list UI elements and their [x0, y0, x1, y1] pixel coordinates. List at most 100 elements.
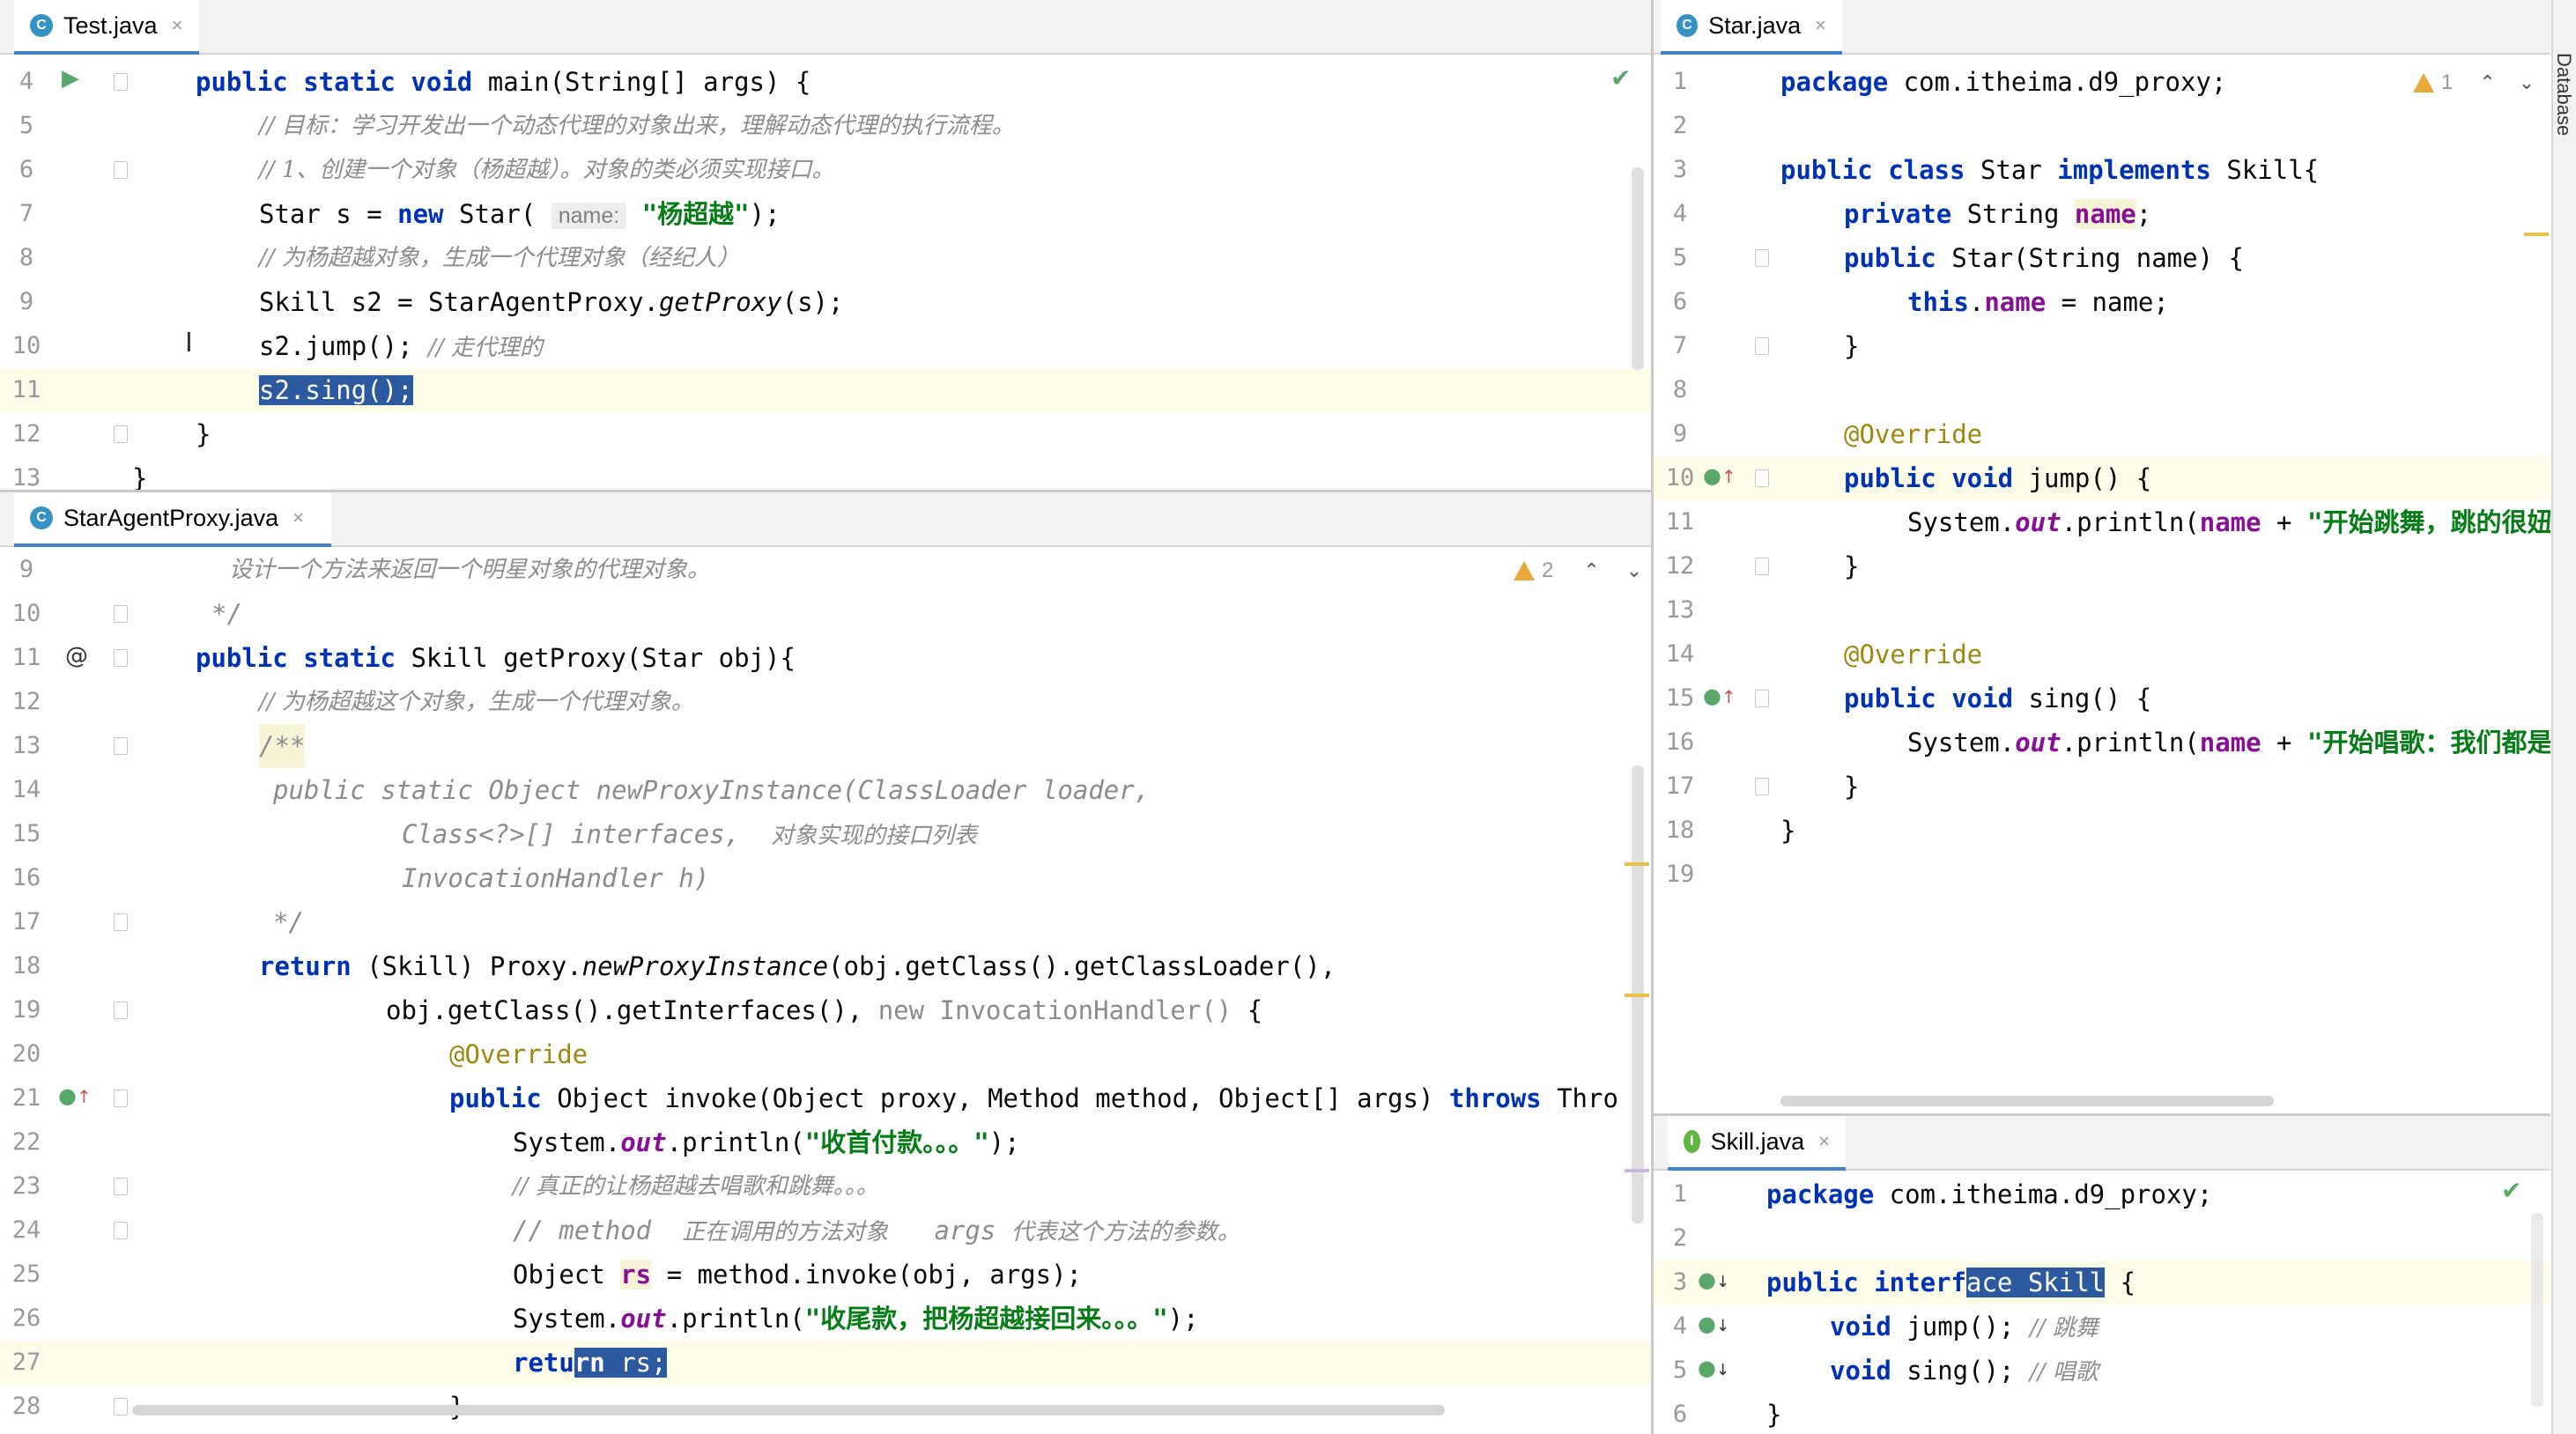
code-text[interactable]: s2.jump(); // 走代理的	[259, 324, 543, 370]
line-number: 19	[11, 996, 41, 1024]
code-text[interactable]: this.name = name;	[1907, 280, 2169, 324]
fold-icon[interactable]	[114, 1178, 128, 1195]
code-comment[interactable]: // 为杨超越对象，生成一个代理对象（经纪人）	[259, 236, 740, 280]
code-comment[interactable]: // 为杨超越这个对象，生成一个代理对象。	[259, 680, 694, 724]
fold-icon[interactable]	[114, 913, 128, 931]
code-text[interactable]: void sing(); // 唱歌	[1830, 1349, 2099, 1394]
code-line: 12 }	[0, 412, 1651, 456]
code-text[interactable]: }	[1844, 544, 1859, 588]
right-tool-strip: Database	[2551, 0, 2576, 1434]
code-text[interactable]: void jump(); // 跳舞	[1830, 1305, 2099, 1350]
code-text[interactable]: s2.sing();	[259, 368, 413, 412]
fold-icon[interactable]	[1755, 249, 1769, 267]
fold-icon[interactable]	[1755, 558, 1769, 575]
code-comment[interactable]: public static Object newProxyInstance(Cl…	[273, 768, 1150, 812]
fold-icon[interactable]	[1755, 778, 1769, 795]
error-stripe-mark[interactable]	[1625, 862, 1649, 866]
no-problems-check-icon[interactable]: ✔	[2501, 1176, 2521, 1205]
implemented-icon[interactable]: ●↓	[1698, 1312, 1729, 1336]
code-comment[interactable]: // 1、创建一个对象（杨超越）。对象的类必须实现接口。	[259, 148, 834, 192]
database-tool-tab[interactable]: Database	[2552, 53, 2575, 136]
error-stripe-mark[interactable]	[2524, 233, 2549, 236]
tab-test-java[interactable]: C Test.java ×	[14, 0, 199, 55]
implements-method-icon[interactable]: ●↑	[1703, 684, 1736, 708]
code-text[interactable]: }	[1780, 809, 1795, 853]
implemented-icon[interactable]: ●↓	[1698, 1356, 1729, 1380]
code-text[interactable]: public void sing() {	[1844, 676, 2151, 721]
code-text[interactable]: public Star(String name) {	[1844, 236, 2244, 280]
error-stripe-mark[interactable]	[1625, 1169, 1649, 1172]
test-tabbar: C Test.java ×	[0, 0, 1651, 55]
fold-icon[interactable]	[114, 605, 128, 623]
code-text[interactable]: }	[1844, 324, 1859, 368]
code-text[interactable]: package com.itheima.d9_proxy;	[1780, 60, 2226, 104]
code-line: 12 }	[1654, 544, 2550, 588]
code-comment[interactable]: Class<?>[] interfaces, 对象实现的接口列表	[402, 812, 977, 858]
code-text[interactable]: public static void main(String[] args) {	[196, 60, 811, 104]
fold-icon[interactable]	[114, 73, 128, 91]
code-text[interactable]: return rs;	[513, 1341, 667, 1385]
tab-skill-java[interactable]: I Skill.java ×	[1668, 1116, 1846, 1171]
code-text[interactable]: Object rs = method.invoke(obj, args);	[513, 1253, 1082, 1297]
code-comment[interactable]: // method 正在调用的方法对象 args 代表这个方法的参数。	[513, 1209, 1240, 1254]
code-text[interactable]: return (Skill) Proxy.newProxyInstance(ob…	[259, 944, 1336, 988]
fold-icon[interactable]	[114, 737, 128, 755]
run-icon[interactable]: ▶	[62, 65, 79, 92]
code-text[interactable]: public static Skill getProxy(Star obj){	[196, 636, 796, 680]
code-text[interactable]: }	[196, 412, 211, 456]
code-comment[interactable]: // 真正的让杨超越去唱歌和跳舞。。。	[513, 1164, 879, 1209]
code-text[interactable]: Skill s2 = StarAgentProxy.getProxy(s);	[259, 280, 843, 324]
implements-method-icon[interactable]: ●↑	[1703, 463, 1736, 488]
code-text[interactable]: private String name;	[1844, 192, 2151, 236]
fold-icon[interactable]	[1755, 469, 1769, 487]
code-text[interactable]: public Object invoke(Object proxy, Metho…	[449, 1076, 1618, 1120]
fold-icon[interactable]	[1755, 337, 1769, 355]
vertical-scrollbar[interactable]	[1632, 167, 1644, 370]
code-annotation[interactable]: @Override	[449, 1032, 588, 1076]
close-icon[interactable]: ×	[1815, 14, 1826, 37]
code-text[interactable]: Star s = new Star( name: "杨超越");	[259, 192, 781, 238]
code-text[interactable]: public void jump() {	[1844, 456, 2151, 500]
implements-at-icon[interactable]: @	[65, 643, 88, 669]
fold-icon[interactable]	[114, 161, 128, 179]
code-text[interactable]: package com.itheima.d9_proxy;	[1766, 1172, 2212, 1216]
code-annotation[interactable]: @Override	[1844, 412, 1982, 456]
tab-star-java[interactable]: C Star.java ×	[1661, 0, 1842, 55]
code-text[interactable]: obj.getClass().getInterfaces(), new Invo…	[386, 988, 1262, 1032]
fold-icon[interactable]	[114, 1398, 128, 1416]
code-comment[interactable]: 设计一个方法来返回一个明星对象的代理对象。	[229, 548, 710, 592]
code-text[interactable]: System.out.println("收尾款，把杨超越接回来。。。");	[513, 1297, 1199, 1341]
close-icon[interactable]: ×	[1818, 1130, 1830, 1153]
code-text[interactable]: System.out.println(name + "开始唱歌：我们都是	[1907, 721, 2550, 765]
vertical-scrollbar[interactable]	[2531, 1213, 2543, 1407]
horizontal-scrollbar[interactable]	[1780, 1096, 2274, 1106]
implemented-icon[interactable]: ●↓	[1698, 1268, 1729, 1292]
code-comment[interactable]: */	[273, 900, 304, 944]
code-text[interactable]: public class Star implements Skill{	[1780, 148, 2319, 192]
code-text[interactable]: }	[1766, 1393, 1781, 1434]
code-comment[interactable]: /**	[259, 724, 306, 768]
code-text[interactable]: }	[1844, 765, 1859, 809]
code-annotation[interactable]: @Override	[1844, 632, 1982, 676]
code-comment[interactable]: */	[211, 592, 242, 636]
fold-icon[interactable]	[114, 1222, 128, 1239]
error-stripe-mark[interactable]	[1625, 994, 1649, 997]
horizontal-scrollbar[interactable]	[132, 1405, 1445, 1416]
fold-icon[interactable]	[1755, 690, 1769, 707]
code-text[interactable]: }	[132, 456, 147, 492]
fold-icon[interactable]	[114, 425, 128, 443]
fold-icon[interactable]	[114, 1090, 128, 1107]
fold-icon[interactable]	[114, 1002, 128, 1019]
implements-method-icon[interactable]: ●↑	[58, 1083, 92, 1108]
fold-icon[interactable]	[114, 649, 128, 667]
code-text[interactable]: System.out.println("收首付款。。。");	[513, 1120, 1020, 1164]
code-comment[interactable]: InvocationHandler h)	[402, 856, 709, 900]
no-problems-check-icon[interactable]: ✔	[1610, 63, 1631, 92]
code-text[interactable]: public interface Skill {	[1766, 1260, 2136, 1305]
code-comment[interactable]: // 目标：学习开发出一个动态代理的对象出来，理解动态代理的执行流程。	[259, 104, 1015, 148]
code-text[interactable]: System.out.println(name + "开始跳舞，跳的很妞	[1907, 500, 2550, 544]
tab-staragentproxy-java[interactable]: C StarAgentProxy.java ×	[14, 492, 331, 547]
skill-tabbar: I Skill.java ×	[1654, 1116, 2550, 1171]
close-icon[interactable]: ×	[172, 14, 183, 37]
close-icon[interactable]: ×	[292, 506, 304, 529]
